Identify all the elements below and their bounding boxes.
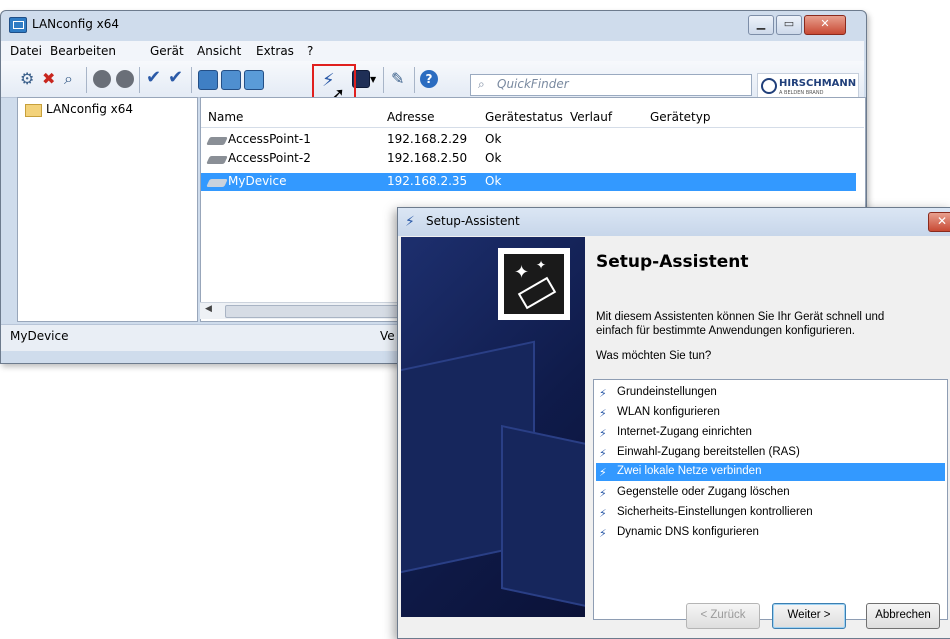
toolbar-separator bbox=[383, 67, 384, 93]
chevron-down-icon[interactable]: ▼ bbox=[370, 75, 376, 84]
toolbar-separator bbox=[139, 67, 140, 93]
lanconfig-app-icon bbox=[9, 17, 27, 33]
column-history[interactable]: Verlauf bbox=[570, 110, 612, 124]
hirschmann-logo-icon bbox=[761, 78, 777, 94]
delete-device-icon[interactable]: ✖ bbox=[42, 69, 62, 89]
device-name: AccessPoint-2 bbox=[228, 151, 311, 165]
brand-subtitle: A BELDEN BRAND bbox=[779, 90, 824, 96]
wand-icon: ⚡ bbox=[599, 427, 607, 440]
column-status[interactable]: Gerätestatus bbox=[485, 110, 563, 124]
stop-all-icon[interactable] bbox=[116, 70, 134, 88]
wand-icon: ⚡ bbox=[599, 527, 607, 540]
menu-bearbeiten[interactable]: Bearbeiten bbox=[50, 44, 116, 58]
option-security[interactable]: ⚡ Sicherheits-Einstellungen kontrolliere… bbox=[596, 504, 945, 522]
status-version: Ve bbox=[380, 329, 395, 343]
wizard-logo-icon: ✦ ✦ bbox=[504, 254, 564, 314]
tools-icon[interactable]: ✎ bbox=[391, 69, 411, 89]
header-divider bbox=[201, 127, 864, 128]
intro-line-2: einfach für bestimmte Anwendungen konfig… bbox=[596, 325, 855, 337]
search-icon: ⌕ bbox=[478, 77, 485, 91]
configure-icon[interactable] bbox=[198, 70, 218, 90]
wand-icon: ⚡ bbox=[599, 447, 607, 460]
help-icon[interactable]: ? bbox=[420, 70, 438, 88]
status-device: MyDevice bbox=[10, 329, 69, 343]
back-button[interactable]: < Zurück bbox=[686, 603, 760, 629]
wizard-heading: Setup-Assistent bbox=[596, 252, 749, 272]
wand-icon: ⚡ bbox=[599, 407, 607, 420]
wlan-icon[interactable] bbox=[221, 70, 241, 90]
wizard-title-icon: ⚡ bbox=[405, 214, 415, 230]
device-status: Ok bbox=[485, 151, 502, 165]
menu-ansicht[interactable]: Ansicht bbox=[197, 44, 241, 58]
window-title: LANconfig x64 bbox=[32, 17, 120, 31]
scroll-left-icon[interactable]: ◀ bbox=[205, 304, 212, 314]
device-address: 192.168.2.29 bbox=[387, 132, 468, 146]
option-lan-coupling-selected[interactable]: ⚡ Zwei lokale Netze verbinden bbox=[596, 463, 945, 481]
device-status: Ok bbox=[485, 174, 502, 188]
monitor-icon[interactable] bbox=[244, 70, 264, 90]
option-grundeinstellungen[interactable]: ⚡ Grundeinstellungen bbox=[596, 384, 945, 402]
device-name: AccessPoint-1 bbox=[228, 132, 311, 146]
device-address: 192.168.2.50 bbox=[387, 151, 468, 165]
folder-icon bbox=[25, 104, 42, 117]
check-icon[interactable]: ✔ bbox=[146, 67, 166, 88]
toolbar-separator bbox=[414, 67, 415, 93]
toolbar-separator bbox=[191, 67, 192, 93]
column-name[interactable]: Name bbox=[208, 110, 243, 124]
toolbar-separator bbox=[86, 67, 87, 93]
maximize-button[interactable]: ▭ bbox=[776, 15, 802, 35]
wizard-question: Was möchten Sie tun? bbox=[596, 350, 712, 362]
dialog-close-button[interactable]: ✕ bbox=[928, 212, 950, 232]
wand-icon: ⚡ bbox=[599, 487, 607, 500]
close-button[interactable]: ✕ bbox=[804, 15, 846, 35]
wand-icon: ⚡ bbox=[599, 387, 607, 400]
menu-extras[interactable]: Extras bbox=[256, 44, 294, 58]
quickfinder-placeholder: QuickFinder bbox=[497, 77, 569, 91]
device-status: Ok bbox=[485, 132, 502, 146]
menu-geraet[interactable]: Gerät bbox=[150, 44, 184, 58]
wand-icon: ⚡ bbox=[599, 466, 607, 479]
tree-pane bbox=[17, 97, 198, 322]
option-internet[interactable]: ⚡ Internet-Zugang einrichten bbox=[596, 424, 945, 442]
device-address: 192.168.2.35 bbox=[387, 174, 468, 188]
option-dyndns[interactable]: ⚡ Dynamic DNS konfigurieren bbox=[596, 524, 945, 542]
option-ras[interactable]: ⚡ Einwahl-Zugang bereitstellen (RAS) bbox=[596, 444, 945, 462]
dialog-title: Setup-Assistent bbox=[426, 214, 520, 228]
next-button[interactable]: Weiter > bbox=[772, 603, 846, 629]
wand-icon: ⚡ bbox=[599, 507, 607, 520]
cancel-button[interactable]: Abbrechen bbox=[866, 603, 940, 629]
tree-root[interactable]: LANconfig x64 bbox=[46, 102, 133, 116]
panel-device-graphic bbox=[501, 424, 585, 614]
menu-help[interactable]: ? bbox=[307, 44, 313, 58]
menu-datei[interactable]: Datei bbox=[10, 44, 42, 58]
scrollbar-thumb[interactable] bbox=[225, 305, 399, 318]
brand-name: HIRSCHMANN bbox=[779, 78, 857, 89]
check-all-icon[interactable]: ✔ bbox=[168, 67, 188, 88]
device-name: MyDevice bbox=[228, 174, 287, 188]
table-row-selected[interactable] bbox=[201, 173, 856, 191]
intro-line-1: Mit diesem Assistenten können Sie Ihr Ge… bbox=[596, 311, 885, 323]
column-device-type[interactable]: Gerätetyp bbox=[650, 110, 710, 124]
column-address[interactable]: Adresse bbox=[387, 110, 435, 124]
option-delete-remote[interactable]: ⚡ Gegenstelle oder Zugang löschen bbox=[596, 484, 945, 502]
wizard-search-icon[interactable]: ⚙ bbox=[20, 69, 40, 89]
stop-icon[interactable] bbox=[93, 70, 111, 88]
option-wlan[interactable]: ⚡ WLAN konfigurieren bbox=[596, 404, 945, 422]
find-devices-icon[interactable]: ⌕ bbox=[64, 69, 84, 89]
minimize-button[interactable]: ▁ bbox=[748, 15, 774, 35]
menu-bar bbox=[1, 41, 864, 61]
